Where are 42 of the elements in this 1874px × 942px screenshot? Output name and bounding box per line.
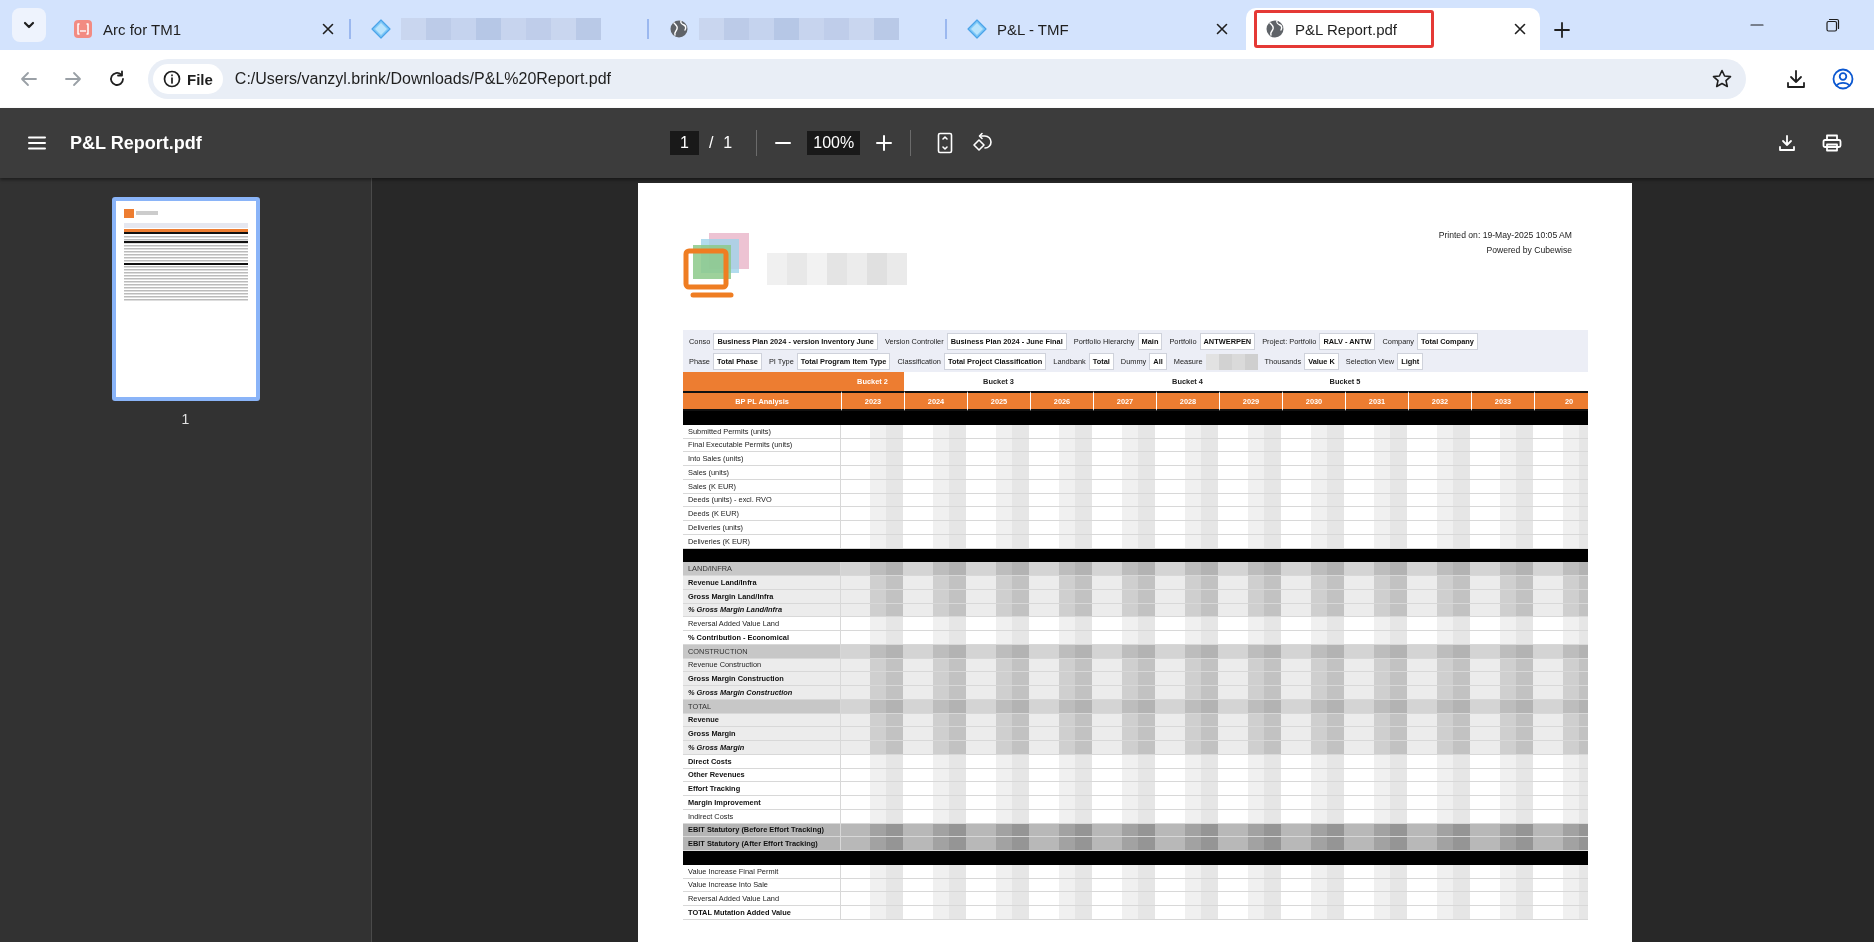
restore-icon[interactable] [1826, 18, 1840, 32]
bookmark-star-icon[interactable] [1712, 69, 1732, 89]
close-icon[interactable] [1216, 23, 1228, 35]
info-icon [163, 70, 181, 88]
thumbnail-label: 1 [181, 411, 190, 427]
page-separator: / [708, 134, 714, 152]
close-icon[interactable] [1514, 23, 1526, 35]
globe-icon [669, 19, 689, 39]
rotate-icon[interactable] [971, 132, 994, 154]
blurred-filter-value [1205, 353, 1258, 370]
zoom-in-icon[interactable] [876, 135, 893, 151]
tab-title: P&L - TMF [997, 20, 1069, 38]
page-number-field[interactable]: 1 [670, 131, 699, 155]
tab-title: Arc for TM1 [103, 20, 182, 38]
forward-arrow-icon[interactable] [64, 70, 82, 88]
reload-icon[interactable] [108, 70, 126, 88]
tab-search-button[interactable] [12, 8, 46, 42]
diamond-icon [371, 19, 391, 39]
page-thumbnail[interactable] [111, 197, 260, 401]
url-text: C:/Users/vanzyl.brink/Downloads/P&L%20Report.pdf [234, 70, 612, 88]
browser-tab[interactable]: P&L - TMF [948, 8, 1242, 50]
diamond-icon [967, 19, 987, 39]
tab-title: P&L Report.pdf [1295, 20, 1397, 38]
fit-page-icon[interactable] [937, 132, 954, 154]
download-icon[interactable] [1786, 69, 1806, 89]
app-icon [73, 19, 93, 39]
back-arrow-icon[interactable] [20, 70, 38, 88]
browser-tab[interactable]: P&L Report.pdf [1246, 8, 1540, 50]
profile-icon[interactable] [1832, 68, 1854, 90]
close-icon[interactable] [322, 23, 334, 35]
menu-icon[interactable] [28, 136, 46, 150]
document-title: P&L Report.pdf [70, 132, 203, 154]
print-icon[interactable] [1822, 134, 1842, 152]
page-count: 1 [723, 134, 733, 152]
globe-icon [1265, 19, 1285, 39]
zoom-field[interactable]: 100% [807, 131, 861, 155]
powered-by-text: Powered by Cubewise [1485, 244, 1572, 257]
browser-tab[interactable]: Arc for TM1 [54, 8, 348, 50]
address-field[interactable]: File C:/Users/vanzyl.brink/Downloads/P&L%20Report.pdf [148, 59, 1746, 99]
printed-date: Printed on: 19-May-2025 10:05 AM [1438, 229, 1572, 242]
new-tab-icon[interactable] [1554, 22, 1570, 38]
site-info-chip[interactable]: File [153, 64, 223, 94]
